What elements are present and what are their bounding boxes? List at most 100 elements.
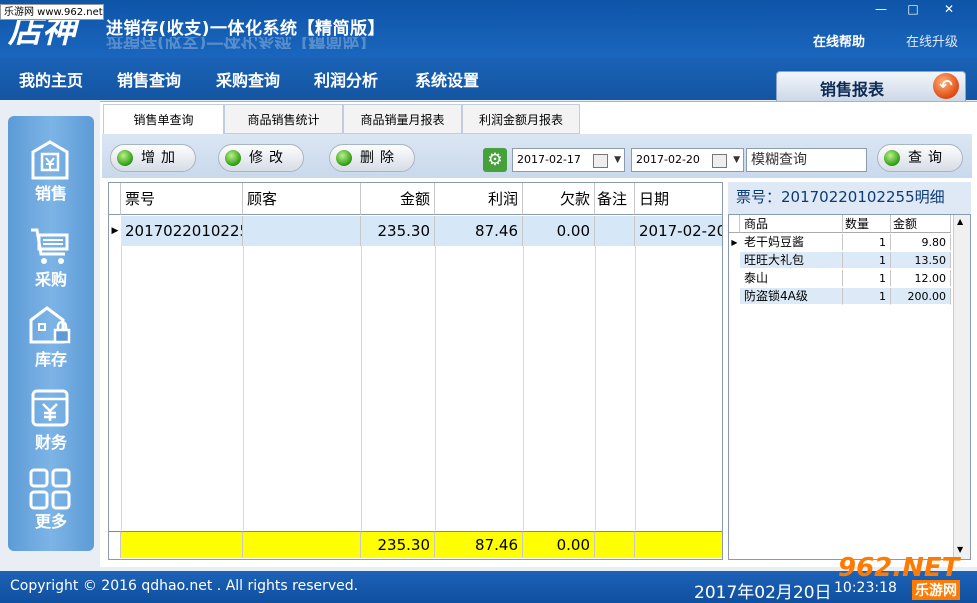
menu-system-settings[interactable]: 系统设置	[415, 67, 479, 91]
grid-line	[523, 246, 524, 530]
detail-scrollbar[interactable]: ▲ ▼	[953, 215, 970, 559]
grid-cell[interactable]: 20170220102255	[121, 216, 243, 246]
chevron-down-icon: ▼	[733, 155, 740, 165]
chevron-down-icon: ▼	[614, 155, 621, 165]
column-header[interactable]: 日期	[635, 183, 722, 215]
calendar-icon	[593, 154, 608, 168]
online-upgrade-link[interactable]: 在线升级	[906, 31, 958, 50]
detail-cell[interactable]: 泰山	[740, 270, 843, 287]
sidebar-item-purchase[interactable]: 采购	[8, 220, 94, 300]
totals-cell	[121, 531, 243, 558]
sidebar-item-label: 更多	[34, 512, 67, 531]
row-header-corner	[109, 183, 121, 215]
detail-cell[interactable]: 防盗锁4A级	[740, 288, 843, 305]
online-help-link[interactable]: 在线帮助	[813, 31, 865, 50]
menu-sales-query[interactable]: 销售查询	[117, 67, 181, 91]
scroll-up-icon[interactable]: ▲	[957, 217, 963, 226]
column-header[interactable]: 顾客	[243, 183, 361, 215]
green-led-icon	[117, 150, 133, 166]
grid-cell[interactable]: 87.46	[435, 216, 523, 246]
detail-cell[interactable]: 200.00	[891, 288, 951, 305]
menu-home[interactable]: 我的主页	[19, 67, 83, 91]
cart-icon	[31, 228, 69, 264]
grid-cell[interactable]	[595, 216, 635, 246]
totals-cell: 0.00	[523, 531, 595, 558]
delete-button[interactable]: 删除	[329, 144, 415, 172]
query-button[interactable]: 查询	[877, 144, 963, 172]
menu-profit-analysis[interactable]: 利润分析	[314, 67, 378, 91]
watermark-top: 乐游网 www.962.net	[0, 4, 104, 20]
grid-icon	[29, 468, 71, 510]
sidebar-item-label: 库存	[34, 350, 67, 369]
app-title: 进销存(收支)一体化系统【精简版】	[106, 19, 386, 39]
row-pointer-icon: ▶	[731, 238, 738, 247]
sidebar-item-finance[interactable]: 财务	[8, 383, 94, 463]
detail-column-header[interactable]: 金额	[891, 215, 951, 233]
sidebar-item-label: 采购	[34, 270, 67, 289]
grid-cell[interactable]	[243, 216, 361, 246]
detail-cell[interactable]: 1	[843, 234, 891, 251]
green-led-icon	[225, 150, 241, 166]
detail-title: 票号：20170220102255明细	[728, 182, 971, 214]
grid-cell[interactable]: 2017-02-20	[635, 216, 722, 246]
maximize-button[interactable]: □	[898, 0, 928, 18]
detail-cell[interactable]: 1	[843, 252, 891, 269]
green-led-icon	[884, 150, 900, 166]
grid-cell[interactable]: 235.30	[361, 216, 435, 246]
grid-line	[243, 246, 244, 530]
detail-column-header[interactable]: 数量	[843, 215, 891, 233]
close-button[interactable]: ✕	[934, 0, 964, 18]
sidebar-item-label: 销售	[34, 184, 67, 203]
calendar-icon	[712, 154, 727, 168]
grid-line	[635, 246, 636, 530]
tab-product-sales-stats[interactable]: 商品销售统计	[224, 104, 343, 134]
totals-cell	[243, 531, 361, 558]
detail-column-header[interactable]: 商品	[740, 215, 843, 233]
grid-line	[595, 246, 596, 530]
yen-wallet-icon	[31, 389, 69, 427]
detail-cell[interactable]: 旺旺大礼包	[740, 252, 843, 269]
tab-sales-order-query[interactable]: 销售单查询	[103, 104, 224, 135]
grid-line	[121, 246, 122, 530]
totals-cell	[595, 531, 635, 558]
gear-icon[interactable]: ⚙	[483, 148, 507, 172]
report-tab-label: 销售报表	[820, 80, 885, 99]
column-header[interactable]: 金额	[361, 183, 435, 215]
sidebar-item-label: 财务	[34, 433, 67, 452]
tab-product-volume-monthly[interactable]: 商品销量月报表	[343, 104, 462, 134]
detail-cell[interactable]: 13.50	[891, 252, 951, 269]
sidebar-item-inventory[interactable]: 库存	[8, 300, 94, 380]
column-header[interactable]: 票号	[121, 183, 243, 215]
column-header[interactable]: 利润	[435, 183, 523, 215]
column-header[interactable]: 备注	[595, 183, 635, 215]
warehouse-lock-icon	[29, 306, 71, 344]
green-led-icon	[336, 150, 352, 166]
totals-cell	[635, 531, 722, 558]
column-header[interactable]: 欠款	[523, 183, 595, 215]
grid-line	[435, 246, 436, 530]
edit-button[interactable]: 修改	[218, 144, 304, 172]
minimize-button[interactable]: —	[866, 0, 896, 18]
back-arrow-icon[interactable]: ↶	[933, 73, 959, 99]
detail-cell[interactable]: 9.80	[891, 234, 951, 251]
add-button[interactable]: 增加	[110, 144, 196, 172]
app-title-reflection: 进销存(收支)一体化系统【精简版】	[106, 37, 377, 49]
status-date: 2017年02月20日	[694, 583, 832, 603]
sidebar-item-more[interactable]: 更多	[8, 464, 94, 544]
grid-cell[interactable]: 0.00	[523, 216, 595, 246]
menu-purchase-query[interactable]: 采购查询	[216, 67, 280, 91]
detail-cell[interactable]: 12.00	[891, 270, 951, 287]
totals-row-header	[109, 531, 121, 558]
watermark-bottom-sub: 乐游网	[912, 580, 960, 600]
detail-cell[interactable]: 老干妈豆酱	[740, 234, 843, 251]
fuzzy-search-input[interactable]: 模糊查询	[746, 148, 867, 172]
row-pointer-icon: ▶	[109, 216, 121, 246]
sidebar-item-sales[interactable]: 销售	[8, 130, 94, 210]
detail-cell[interactable]: 1	[843, 288, 891, 305]
tab-profit-monthly[interactable]: 利润金额月报表	[462, 104, 580, 134]
totals-cell: 87.46	[435, 531, 523, 558]
copyright-text: Copyright © 2016 qdhao.net . All rights …	[10, 578, 359, 594]
detail-cell[interactable]: 1	[843, 270, 891, 287]
date-to-picker[interactable]: 2017-02-20 ▼	[631, 148, 744, 172]
date-from-picker[interactable]: 2017-02-17 ▼	[512, 148, 625, 172]
